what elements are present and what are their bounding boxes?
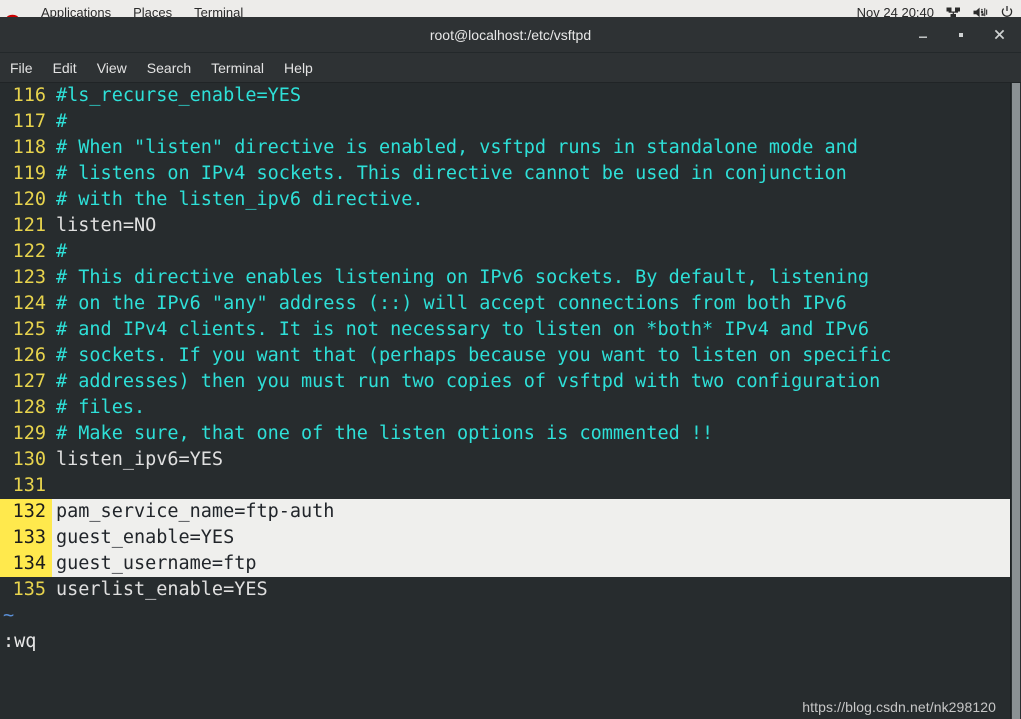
vim-line-122: 122 # <box>0 239 1010 265</box>
panel-right-group: Nov 24 20:40 <box>857 0 1021 17</box>
vim-line-117: 117 # <box>0 109 1010 135</box>
panel-menu-applications[interactable]: Applications <box>41 6 111 17</box>
line-number: 116 <box>12 85 46 106</box>
vim-line-128: 128 # files. <box>0 395 1010 421</box>
close-icon[interactable] <box>991 27 1007 43</box>
vim-line-129: 129 # Make sure, that one of the listen o… <box>0 421 1010 447</box>
vim-line-135: 135 userlist_enable=YES <box>0 577 1010 603</box>
terminal-body[interactable]: 116 #ls_recurse_enable=YES 117 #118 # When "… <box>0 83 1021 719</box>
minimize-icon[interactable] <box>915 27 931 43</box>
vim-line-130: 130 listen_ipv6=YES <box>0 447 1010 473</box>
panel-menu-places[interactable]: Places <box>133 6 172 17</box>
menu-file[interactable]: File <box>10 60 33 76</box>
line-number: 118 <box>12 137 46 158</box>
terminal-scrollbar[interactable] <box>1010 83 1021 719</box>
line-text: # addresses) then you must run two copie… <box>56 371 881 392</box>
line-number: 117 <box>12 111 46 132</box>
vim-line-116: 116 #ls_recurse_enable=YES <box>0 83 1010 109</box>
vim-line-127: 127 # addresses) then you must run two co… <box>0 369 1010 395</box>
line-number: 131 <box>12 475 46 496</box>
watermark-text: https://blog.csdn.net/nk298120 <box>802 699 996 715</box>
vim-line-133: 133 guest_enable=YES <box>0 525 1010 551</box>
line-number: 119 <box>12 163 46 184</box>
line-number: 123 <box>12 267 46 288</box>
line-text: guest_username=ftp <box>56 553 257 574</box>
line-text: # on the IPv6 "any" address (::) will ac… <box>56 293 847 314</box>
line-text: # listens on IPv4 sockets. This directiv… <box>56 163 847 184</box>
vim-command-line[interactable]: :wq <box>0 629 1010 655</box>
line-number: 130 <box>12 449 46 470</box>
line-number: 124 <box>12 293 46 314</box>
line-number: 132 <box>0 499 52 525</box>
line-number: 122 <box>12 241 46 262</box>
vim-line-118: 118 # When "listen" directive is enabled,… <box>0 135 1010 161</box>
menu-view[interactable]: View <box>97 60 127 76</box>
vim-line-125: 125 # and IPv4 clients. It is not necessa… <box>0 317 1010 343</box>
vim-line-134: 134 guest_username=ftp <box>0 551 1010 577</box>
vim-line-126: 126 # sockets. If you want that (perhaps … <box>0 343 1010 369</box>
line-number: 129 <box>12 423 46 444</box>
line-text: guest_enable=YES <box>56 527 235 548</box>
line-text: # <box>56 111 68 132</box>
line-number: 134 <box>0 551 52 577</box>
vim-line-124: 124 # on the IPv6 "any" address (::) will… <box>0 291 1010 317</box>
panel-left-group: Applications Places Terminal <box>0 0 243 17</box>
line-text: pam_service_name=ftp-auth <box>56 501 335 522</box>
vim-editor-viewport[interactable]: 116 #ls_recurse_enable=YES 117 #118 # When "… <box>0 83 1010 719</box>
window-title: root@localhost:/etc/vsftpd <box>429 26 592 43</box>
line-text: # Make sure, that one of the listen opti… <box>56 423 714 444</box>
terminal-menubar: File Edit View Search Terminal Help <box>0 53 1021 83</box>
scrollbar-thumb[interactable] <box>1012 83 1020 719</box>
line-text: listen=NO <box>56 215 157 236</box>
vim-line-132: 132 pam_service_name=ftp-auth <box>0 499 1010 525</box>
line-text: # This directive enables listening on IP… <box>56 267 870 288</box>
redhat-logo-icon <box>6 8 19 17</box>
window-titlebar[interactable]: root@localhost:/etc/vsftpd <box>0 17 1021 53</box>
menu-edit[interactable]: Edit <box>53 60 77 76</box>
terminal-window: root@localhost:/etc/vsftpd File Edit Vie… <box>0 17 1021 719</box>
gnome-top-panel: Applications Places Terminal Nov 24 20:4… <box>0 0 1021 17</box>
network-icon[interactable] <box>946 7 961 17</box>
vim-line-121: 121 listen=NO <box>0 213 1010 239</box>
menu-help[interactable]: Help <box>284 60 313 76</box>
line-number: 127 <box>12 371 46 392</box>
vim-line-list: 116 #ls_recurse_enable=YES 117 #118 # When "… <box>0 83 1010 603</box>
line-text: # <box>56 241 68 262</box>
line-text: # sockets. If you want that (perhaps bec… <box>56 345 892 366</box>
line-text: listen_ipv6=YES <box>56 449 224 470</box>
vim-line-119: 119 # listens on IPv4 sockets. This direc… <box>0 161 1010 187</box>
line-number: 128 <box>12 397 46 418</box>
line-number: 135 <box>12 579 46 600</box>
line-text: userlist_enable=YES <box>56 579 268 600</box>
panel-menu-terminal[interactable]: Terminal <box>194 6 243 17</box>
line-text: # When "listen" directive is enabled, vs… <box>56 137 858 158</box>
line-text: # with the listen_ipv6 directive. <box>56 189 424 210</box>
vim-line-131: 131 <box>0 473 1010 499</box>
vim-tilde-marker: ~ <box>3 605 15 626</box>
line-text: # and IPv4 clients. It is not necessary … <box>56 319 870 340</box>
line-text: # files. <box>56 397 146 418</box>
line-number: 120 <box>12 189 46 210</box>
vim-command-text: :wq <box>3 631 37 652</box>
panel-clock[interactable]: Nov 24 20:40 <box>857 6 934 17</box>
vim-empty-line: ~ <box>0 603 1010 629</box>
menu-search[interactable]: Search <box>147 60 191 76</box>
line-number: 121 <box>12 215 46 236</box>
line-number: 126 <box>12 345 46 366</box>
vim-line-120: 120 # with the listen_ipv6 directive. <box>0 187 1010 213</box>
vim-line-123: 123 # This directive enables listening on… <box>0 265 1010 291</box>
maximize-icon[interactable] <box>953 27 969 43</box>
line-number: 133 <box>0 525 52 551</box>
menu-terminal[interactable]: Terminal <box>211 60 264 76</box>
line-number: 125 <box>12 319 46 340</box>
window-controls <box>915 27 1021 43</box>
volume-muted-icon[interactable] <box>973 7 989 17</box>
line-text: #ls_recurse_enable=YES <box>56 85 302 106</box>
power-icon[interactable] <box>1001 6 1013 17</box>
